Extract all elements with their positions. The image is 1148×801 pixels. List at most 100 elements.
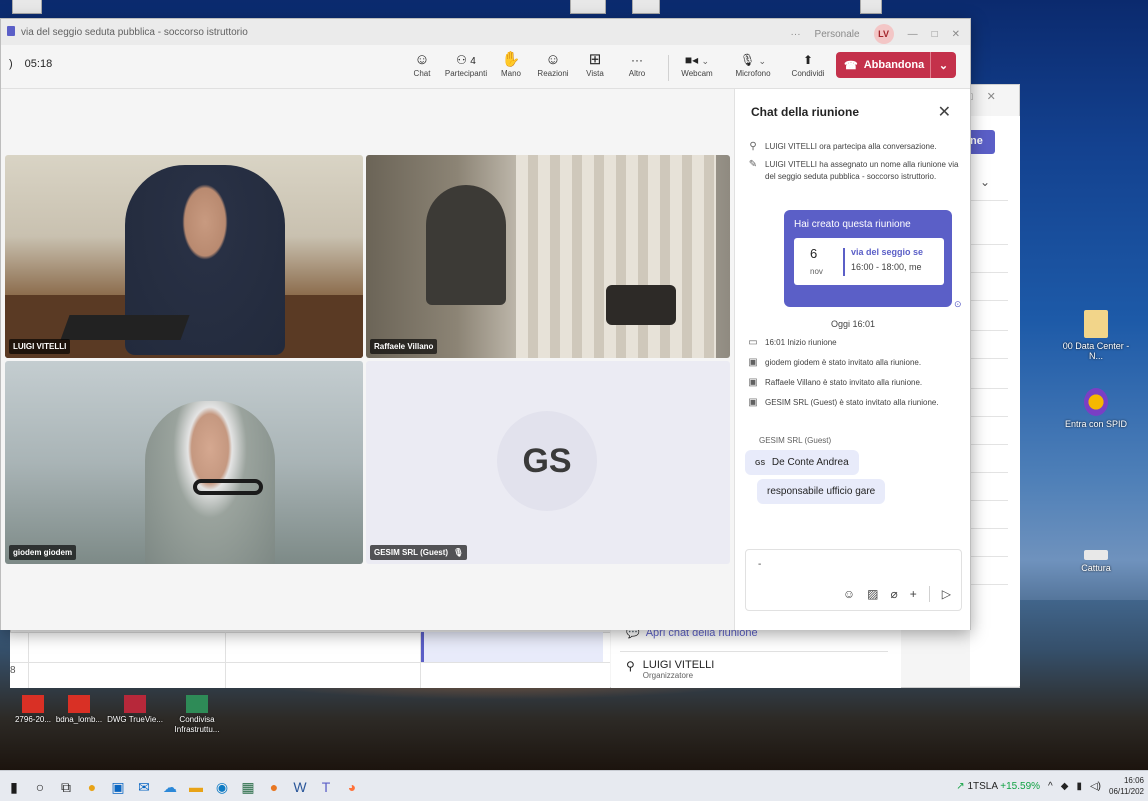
background-window-panel — [970, 116, 1020, 686]
start-button[interactable]: ▮ — [4, 777, 24, 797]
edge-icon[interactable]: ◉ — [212, 777, 232, 797]
spid-icon — [1084, 388, 1108, 416]
webcam-button[interactable]: ■◂ ⌄ Webcam — [671, 51, 723, 78]
shared-folder-icon — [186, 695, 208, 713]
clock[interactable]: 16:06 06/11/202 — [1109, 775, 1144, 797]
system-message-text: 16:01 Inizio riunione — [765, 338, 837, 347]
attach-icon[interactable]: ⌀ — [891, 587, 898, 601]
raise-hand-button[interactable]: ✋ Mano — [491, 51, 531, 78]
mail-icon[interactable]: ✉ — [134, 777, 154, 797]
system-message-text: LUIGI VITELLI ora partecipa alla convers… — [765, 142, 937, 151]
camera-icon: ■◂ ⌄ — [684, 53, 710, 67]
chat-message[interactable]: responsabile ufficio gare — [757, 479, 886, 504]
share-button[interactable]: ⬆ Condividi — [785, 51, 831, 78]
firefox-icon[interactable]: ◕ — [342, 777, 362, 797]
system-message: ⚲ LUIGI VITELLI ora partecipa alla conve… — [747, 141, 962, 153]
leave-button[interactable]: ☎ Abbandona ⌄ — [836, 52, 956, 78]
more-button[interactable]: ··· Altro — [617, 51, 657, 78]
calendar-column-line — [225, 632, 226, 688]
object-image — [606, 285, 676, 325]
chrome-alt-icon[interactable]: ● — [264, 777, 284, 797]
view-button[interactable]: ⊞ Vista — [575, 51, 615, 78]
desktop-shortcut[interactable]: Cattura — [1061, 550, 1131, 573]
background-partial-button[interactable]: ne — [968, 130, 995, 154]
chat-icon: ☺ — [414, 51, 430, 68]
teams-icon[interactable]: T — [316, 777, 336, 797]
store-icon[interactable]: ▣ — [108, 777, 128, 797]
desktop-shortcut[interactable]: bdna_lomb... — [48, 695, 110, 725]
file-explorer-icon[interactable]: ▬ — [186, 777, 206, 797]
divider — [970, 358, 1008, 359]
chat-header: Chat della riunione ✕ — [735, 89, 971, 133]
video-tile[interactable]: GS GESIM SRL (Guest) 🎙 — [366, 361, 730, 564]
battery-icon[interactable]: ▮ — [1076, 781, 1082, 792]
minimize-icon[interactable]: — — [908, 29, 918, 40]
chevron-up-icon[interactable]: ^ — [1048, 781, 1053, 792]
chat-compose-box[interactable]: - ☺ ▨ ⌀ + ▷ — [745, 549, 962, 611]
stock-widget[interactable]: ↗ 1TSLA +15.59% — [956, 781, 1040, 792]
meeting-card-header: Hai creato questa riunione — [794, 219, 911, 230]
calendar-event[interactable] — [421, 632, 603, 662]
background-window-edge — [570, 0, 606, 14]
keyboard-image — [60, 315, 190, 340]
video-tile[interactable]: Raffaele Villano — [366, 155, 730, 358]
calculator-icon[interactable]: ▦ — [238, 777, 258, 797]
video-tile[interactable]: LUIGI VITELLI — [5, 155, 363, 358]
desktop-shortcut[interactable]: Condivisa Infrastruttu... — [166, 695, 228, 735]
desktop-shortcut-label: Entra con SPID — [1064, 419, 1128, 429]
camera-icon: ▭ — [748, 337, 758, 348]
meeting-chat-panel: Chat della riunione ✕ ⚲ LUIGI VITELLI or… — [734, 89, 970, 630]
ellipsis-icon: ··· — [631, 53, 643, 67]
video-tile[interactable]: giodem giodem — [5, 361, 363, 564]
volume-icon[interactable]: ◁) — [1090, 781, 1101, 792]
plus-icon[interactable]: + — [910, 587, 917, 601]
desktop-shortcut[interactable]: 00 Data Center - N... — [1061, 310, 1131, 361]
meeting-toolbar: ) 05:18 ☺ Chat ⚇ 4 Partecipanti ✋ Mano ☺… — [1, 45, 970, 89]
word-icon[interactable]: W — [290, 777, 310, 797]
compose-input[interactable]: - — [758, 559, 761, 570]
desktop-shortcut[interactable]: DWG TrueVie... — [104, 695, 166, 725]
chevron-down-icon[interactable]: ⌄ — [980, 175, 990, 189]
divider — [970, 556, 1008, 557]
meeting-card-month: nov — [810, 267, 823, 276]
close-icon[interactable]: ✕ — [952, 29, 960, 40]
divider — [970, 444, 1008, 445]
organizer-entry[interactable]: ⚲ LUIGI VITELLI Organizzatore — [626, 659, 714, 680]
shield-icon: ) — [9, 58, 13, 70]
background-window-controls[interactable]: □✕ — [966, 90, 1021, 110]
participants-button[interactable]: ⚇ 4 Partecipanti — [442, 51, 490, 78]
avatar[interactable]: LV — [873, 24, 894, 44]
weather-icon[interactable]: ☁ — [160, 777, 180, 797]
search-icon[interactable]: ○ — [30, 777, 50, 797]
chat-message-text: De Conte Andrea — [771, 457, 849, 468]
microphone-button[interactable]: 🎙 ⌄ Microfono — [728, 51, 778, 78]
pdf-icon — [68, 695, 90, 713]
maximize-icon[interactable]: □ — [932, 29, 938, 40]
task-view-icon[interactable]: ⧉ — [56, 777, 76, 797]
participant-name-tag: GESIM SRL (Guest) 🎙 — [370, 545, 468, 560]
webcam-label: Webcam — [681, 69, 713, 78]
desktop-shortcut-label: 00 Data Center - N... — [1062, 341, 1130, 361]
reactions-button[interactable]: ☺ Reazioni — [533, 51, 573, 78]
meeting-title-bar: via del seggio seduta pubblica - soccors… — [1, 19, 970, 45]
leave-options-chevron-icon[interactable]: ⌄ — [930, 52, 956, 78]
send-icon[interactable]: ▷ — [942, 587, 951, 601]
chrome-icon[interactable]: ● — [82, 777, 102, 797]
more-options-icon[interactable]: ··· — [791, 29, 801, 40]
hand-label: Mano — [500, 69, 521, 78]
meeting-card[interactable]: Hai creato questa riunione 6 nov via del… — [784, 210, 952, 307]
chat-message[interactable]: GS De Conte Andrea — [745, 450, 859, 475]
divider — [970, 416, 1008, 417]
emoji-icon[interactable]: ☺ — [843, 587, 855, 601]
divider — [970, 584, 1008, 585]
close-icon[interactable]: ✕ — [938, 102, 951, 122]
divider — [928, 586, 930, 602]
meeting-card-event: via del seggio se — [851, 247, 924, 257]
desktop-shortcut[interactable]: Entra con SPID — [1061, 388, 1131, 429]
network-icon[interactable]: ◆ — [1061, 781, 1069, 792]
image-icon[interactable]: ▨ — [867, 587, 878, 601]
divider — [970, 528, 1008, 529]
meeting-card-body: 6 nov via del seggio se 16:00 - 18:00, m… — [794, 238, 944, 285]
chat-button[interactable]: ☺ Chat — [402, 51, 442, 78]
person-icon: ⚲ — [626, 659, 635, 673]
